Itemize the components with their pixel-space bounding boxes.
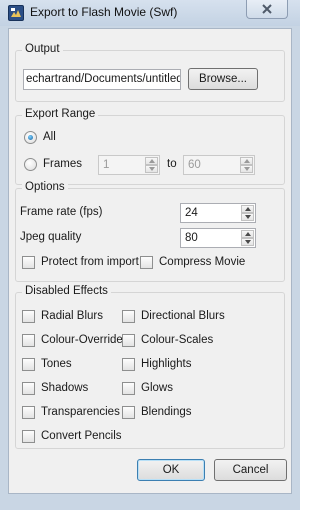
output-group-title: Output	[22, 43, 63, 55]
effect-checkbox-shadows[interactable]	[22, 382, 35, 395]
frames-radio[interactable]	[24, 158, 37, 171]
spin-up-button[interactable]	[240, 157, 253, 165]
protect-from-import-checkbox[interactable]	[22, 256, 35, 269]
spin-up-button[interactable]	[241, 230, 254, 238]
disabled-effects-group-title: Disabled Effects	[22, 285, 111, 297]
to-label: to	[167, 158, 177, 170]
browse-button[interactable]: Browse...	[188, 68, 258, 90]
effect-checkbox-radial-blurs[interactable]	[22, 310, 35, 323]
all-radio[interactable]	[24, 131, 37, 144]
effect-label-transparencies: Transparencies	[41, 406, 120, 418]
disabled-effects-group: Disabled Effects Radial Blurs Directiona…	[15, 285, 285, 449]
flash-export-icon	[8, 5, 24, 21]
effect-label-highlights: Highlights	[141, 358, 192, 370]
compress-movie-checkbox[interactable]	[140, 256, 153, 269]
radio-selected-dot	[28, 135, 33, 140]
spin-up-button[interactable]	[241, 205, 254, 213]
export-range-group: Export Range All Frames 1 to 60	[15, 108, 285, 185]
spin-down-button[interactable]	[241, 213, 254, 221]
window-title: Export to Flash Movie (Swf)	[30, 5, 178, 19]
effect-label-directional-blurs: Directional Blurs	[141, 310, 225, 322]
effect-checkbox-highlights[interactable]	[122, 358, 135, 371]
all-label: All	[43, 131, 56, 143]
title-bar: Export to Flash Movie (Swf)	[0, 0, 300, 26]
effect-label-tones: Tones	[41, 358, 72, 370]
close-button[interactable]	[246, 0, 288, 19]
close-icon	[262, 4, 272, 14]
frame-rate-label: Frame rate (fps)	[20, 206, 103, 218]
protect-from-import-label: Protect from import	[41, 256, 139, 268]
cancel-button[interactable]: Cancel	[214, 459, 287, 481]
jpeg-quality-label: Jpeg quality	[20, 231, 82, 243]
frames-from-value: 1	[103, 159, 110, 171]
effect-label-colour-overrides: Colour-Overrides	[41, 334, 129, 346]
effect-checkbox-transparencies[interactable]	[22, 406, 35, 419]
spinner-arrows	[241, 230, 254, 246]
export-range-group-title: Export Range	[22, 108, 99, 120]
effect-label-blendings: Blendings	[141, 406, 192, 418]
spin-down-button[interactable]	[145, 165, 158, 173]
effect-checkbox-blendings[interactable]	[122, 406, 135, 419]
effect-label-radial-blurs: Radial Blurs	[41, 310, 103, 322]
ok-button[interactable]: OK	[137, 459, 205, 481]
jpeg-quality-spinner[interactable]: 80	[180, 228, 256, 248]
spinner-arrows	[241, 205, 254, 221]
spin-down-button[interactable]	[241, 238, 254, 246]
options-group-title: Options	[22, 181, 68, 193]
compress-movie-label: Compress Movie	[159, 256, 246, 268]
effect-checkbox-colour-overrides[interactable]	[22, 334, 35, 347]
frame-rate-value: 24	[185, 207, 198, 219]
frames-to-value: 60	[188, 159, 201, 171]
effect-label-colour-scales: Colour-Scales	[141, 334, 214, 346]
effect-checkbox-colour-scales[interactable]	[122, 334, 135, 347]
effect-label-glows: Glows	[141, 382, 173, 394]
spin-up-button[interactable]	[145, 157, 158, 165]
effect-label-convert-pencils: Convert Pencils	[41, 430, 122, 442]
effect-checkbox-directional-blurs[interactable]	[122, 310, 135, 323]
effect-checkbox-glows[interactable]	[122, 382, 135, 395]
effect-checkbox-tones[interactable]	[22, 358, 35, 371]
dialog-body: Output echartrand/Documents/untitled.swf…	[8, 28, 292, 494]
jpeg-quality-value: 80	[185, 232, 198, 244]
spin-down-button[interactable]	[240, 165, 253, 173]
output-group: Output echartrand/Documents/untitled.swf…	[15, 43, 285, 102]
frames-from-spinner[interactable]: 1	[98, 155, 160, 175]
effect-checkbox-convert-pencils[interactable]	[22, 430, 35, 443]
output-path-field[interactable]: echartrand/Documents/untitled.swf	[23, 69, 181, 90]
frames-to-spinner[interactable]: 60	[183, 155, 255, 175]
frames-label: Frames	[43, 158, 82, 170]
options-group: Options Frame rate (fps) 24 Jpeg quality…	[15, 181, 285, 282]
spinner-arrows	[240, 157, 253, 173]
frame-rate-spinner[interactable]: 24	[180, 203, 256, 223]
export-dialog-window: Export to Flash Movie (Swf) Output echar…	[0, 0, 300, 510]
effect-label-shadows: Shadows	[41, 382, 89, 394]
spinner-arrows	[145, 157, 158, 173]
